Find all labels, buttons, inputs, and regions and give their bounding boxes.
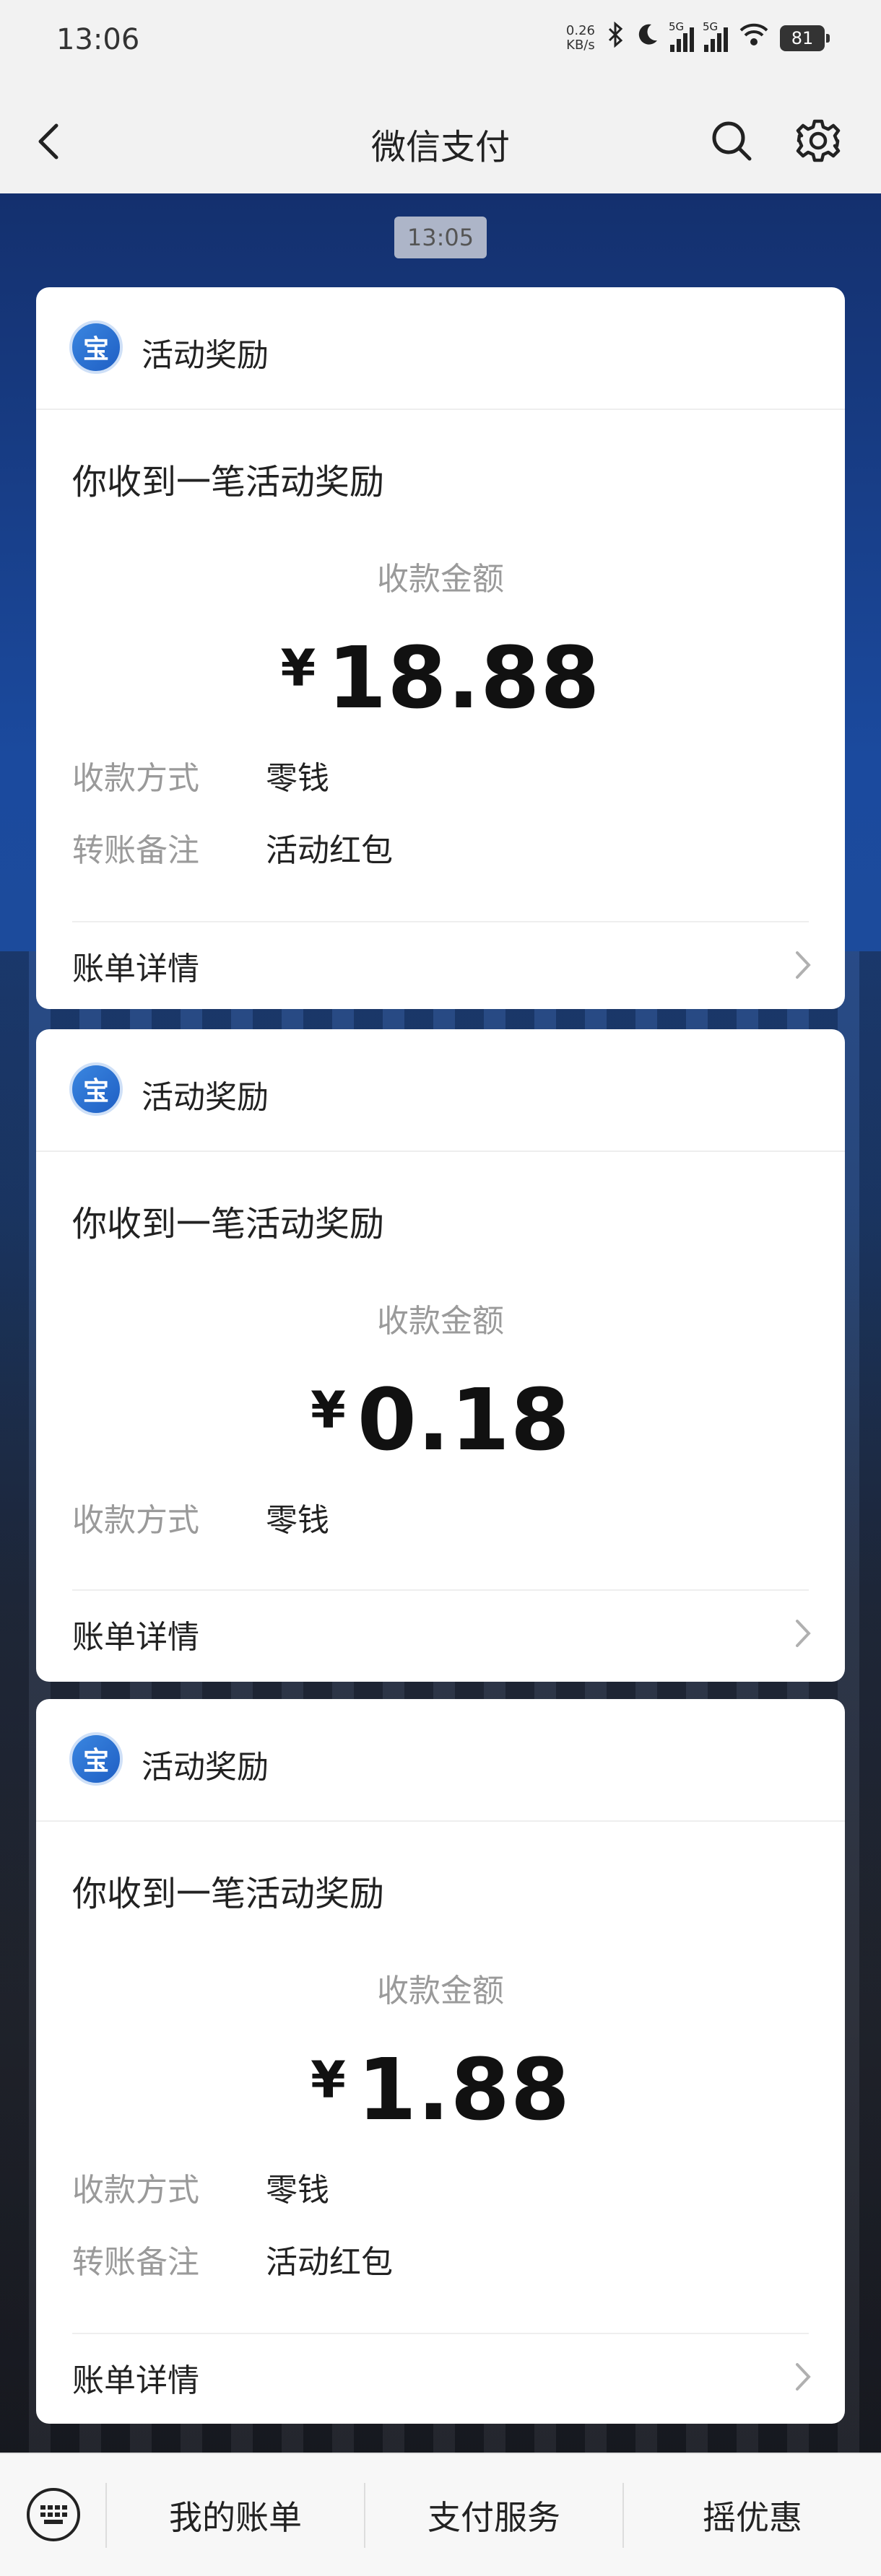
card-headline: 你收到一笔活动奖励 [72,1204,385,1244]
chevron-right-icon [796,951,811,979]
reward-card[interactable]: 宝 活动奖励 你收到一笔活动奖励 收款金额 ¥1.88 收款方式 零钱 转账备注… [36,1699,845,2424]
battery-icon: 81 [780,25,830,51]
card-headline: 你收到一笔活动奖励 [72,462,385,502]
app-logo-icon: 宝 [69,320,123,374]
chevron-right-icon [796,2363,811,2391]
card-source: 活动奖励 [142,1079,269,1116]
bottom-menu-bar: 我的账单 支付服务 摇优惠 [0,2453,881,2576]
search-button[interactable] [706,115,757,166]
app-logo-icon: 宝 [69,1732,123,1786]
transfer-note-label: 转账备注 [72,832,199,869]
payment-method-label: 收款方式 [72,2172,199,2209]
amount-label: 收款金额 [377,561,504,598]
bill-detail-label: 账单详情 [72,951,199,987]
signal-icon: 5G [703,20,728,52]
amount-label: 收款金额 [377,1973,504,2009]
chevron-right-icon [796,1620,811,1647]
moon-icon [635,22,660,54]
payment-method-value: 零钱 [266,760,329,797]
wifi-icon [738,22,770,54]
signal-tag: 5G [669,19,685,33]
amount: ¥1.88 [36,2040,845,2139]
network-speed: 0.26 KB/s [565,22,595,53]
bill-detail-label: 账单详情 [72,1619,199,1656]
bill-detail-label: 账单详情 [72,2362,199,2399]
currency-symbol: ¥ [280,639,316,698]
card-header: 宝 活动奖励 [36,287,845,410]
transfer-note-value: 活动红包 [266,2244,393,2281]
signal-icon: 5G [669,20,694,52]
keyboard-toggle-button[interactable] [25,2486,82,2544]
keyboard-icon [27,2488,80,2541]
amount-value: 0.18 [357,1370,570,1470]
title-bar: 微信支付 [0,87,881,193]
gear-icon [796,119,841,162]
card-header: 宝 活动奖励 [36,1029,845,1152]
payment-method-value: 零钱 [266,2172,329,2209]
amount: ¥18.88 [36,628,845,728]
bill-detail-link[interactable]: 账单详情 [36,1591,845,1677]
payment-method-label: 收款方式 [72,1502,199,1539]
bluetooth-icon [605,21,625,54]
card-header: 宝 活动奖励 [36,1699,845,1822]
reward-card[interactable]: 宝 活动奖励 你收到一笔活动奖励 收款金额 ¥0.18 收款方式 零钱 账单详情 [36,1029,845,1682]
amount-label: 收款金额 [377,1303,504,1340]
bill-detail-link[interactable]: 账单详情 [36,2334,845,2421]
menu-shake-offers[interactable]: 摇优惠 [624,2492,881,2539]
network-speed-unit: KB/s [566,37,595,53]
menu-my-bills[interactable]: 我的账单 [107,2492,364,2539]
card-source: 活动奖励 [142,337,269,374]
network-speed-value: 0.26 [565,22,595,38]
bill-detail-link[interactable]: 账单详情 [36,922,845,1009]
reward-card[interactable]: 宝 活动奖励 你收到一笔活动奖励 收款金额 ¥18.88 收款方式 零钱 转账备… [36,287,845,1009]
message-timestamp: 13:05 [394,217,487,258]
transfer-note-value: 活动红包 [266,832,393,869]
settings-button[interactable] [793,115,843,166]
payment-method-label: 收款方式 [72,760,199,797]
currency-symbol: ¥ [311,1381,346,1440]
amount-value: 18.88 [327,628,601,728]
app-logo-icon: 宝 [69,1062,123,1116]
card-headline: 你收到一笔活动奖励 [72,1874,385,1914]
currency-symbol: ¥ [311,2051,346,2110]
search-icon [712,121,752,161]
payment-method-value: 零钱 [266,1502,329,1539]
status-bar: 13:06 0.26 KB/s 5G 5G 81 [0,0,881,87]
signal-tag: 5G [703,19,719,33]
transfer-note-label: 转账备注 [72,2244,199,2281]
amount-value: 1.88 [357,2040,570,2139]
menu-payment-services[interactable]: 支付服务 [365,2492,622,2539]
amount: ¥0.18 [36,1370,845,1470]
card-source: 活动奖励 [142,1749,269,1786]
status-time: 13:06 [56,23,140,56]
status-icons: 0.26 KB/s 5G 5G 81 [565,20,830,54]
